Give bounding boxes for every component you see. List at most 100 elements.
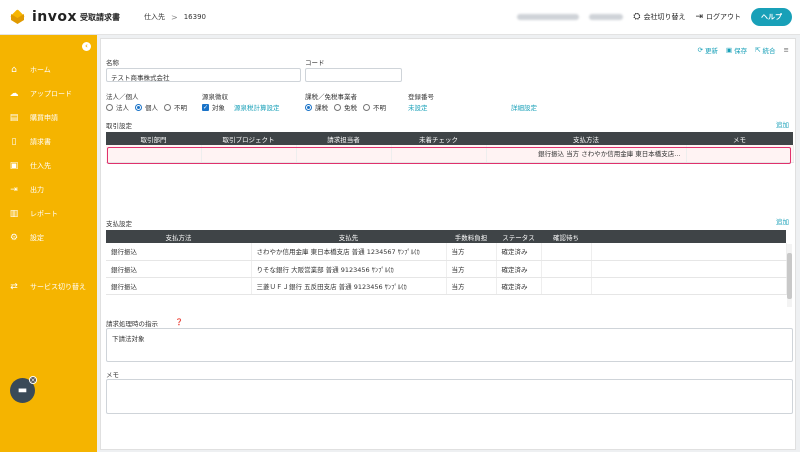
sidebar-item-purchase[interactable]: ▤ 購買申請 (0, 109, 97, 127)
table-cell: 確定済み (496, 243, 542, 261)
entity-radio-unknown[interactable] (164, 103, 171, 111)
code-input[interactable] (305, 68, 402, 82)
name-label: 名称 (106, 59, 119, 67)
home-icon: ⌂ (11, 65, 17, 75)
sidebar-item-upload[interactable]: ☁ アップロード (0, 85, 97, 103)
supplier-detail-panel: ⟳ 更新 ▣ 保存 ⇱ 統合 ≡ 名称 テスト商事株式会社 コード 法人／個人 法人 … (100, 38, 796, 450)
col-header[interactable]: 支払先 (251, 230, 446, 243)
withholding-row: ✓ 対象 源泉税計算設定 (202, 102, 280, 112)
memo-textarea[interactable] (106, 379, 793, 414)
col-header[interactable]: 手数料負担 (446, 230, 496, 243)
entity-radio-group: 法人 個人 不明 (106, 102, 187, 112)
col-header[interactable]: 支払方法 (486, 132, 686, 145)
logo-subtitle: 受取請求書 (80, 12, 121, 22)
entity-radio-individual[interactable] (135, 103, 142, 111)
tax-label: 課税／免税事業者 (305, 93, 357, 101)
highlight-annotation (107, 147, 791, 164)
logo-cube-icon (8, 9, 28, 25)
logo-text: invox (32, 9, 78, 25)
sidebar-item-home[interactable]: ⌂ ホーム (0, 61, 97, 79)
payments-add-link[interactable]: 追加 (776, 216, 789, 226)
help-circle-icon[interactable]: ❓ (175, 318, 183, 326)
close-chat-icon[interactable]: × (29, 376, 37, 384)
memo-label: メモ (106, 371, 119, 379)
refresh-button[interactable]: ⟳ 更新 (697, 45, 717, 55)
table-cell: 銀行振込 (106, 277, 252, 295)
tax-radio-taxable[interactable] (305, 103, 312, 111)
merge-button[interactable]: ⇱ 統合 (755, 45, 775, 55)
sidebar-item-invoice[interactable]: ▯ 請求書 (0, 133, 97, 151)
help-button[interactable]: ヘルプ (751, 8, 792, 26)
payments-table: 支払方法 支払先 手数料負担 ステータス 確認待ち 銀行振込 さわやか信用金庫 … (106, 230, 787, 295)
col-header-empty (591, 230, 786, 243)
tax-radio-exempt[interactable] (334, 103, 341, 111)
upload-icon: ☁ (9, 89, 19, 99)
table-cell: 確定済み (496, 260, 542, 278)
withholding-settings-link[interactable]: 源泉税計算設定 (234, 102, 280, 112)
col-header[interactable]: メモ (686, 132, 793, 145)
sidebar-item-settings[interactable]: ⚙ 設定 (0, 229, 97, 247)
sidebar-item-export[interactable]: ⇥ 出力 (0, 181, 97, 199)
chat-button[interactable]: ▬ × (10, 376, 37, 403)
save-icon: ▣ (725, 46, 733, 54)
reg-number-value[interactable]: 未設定 (408, 102, 428, 112)
table-row[interactable]: 銀行振込 さわやか信用金庫 東日本橋支店 普通 1234567 ｻﾝﾌﾟﾙ(ｶ … (106, 243, 787, 261)
entity-radio-corporate[interactable] (106, 103, 113, 111)
table-cell: さわやか信用金庫 東日本橋支店 普通 1234567 ｻﾝﾌﾟﾙ(ｶ (251, 243, 447, 261)
code-label: コード (305, 59, 325, 67)
breadcrumb: 仕入先 > 16390 (144, 12, 206, 22)
instructions-textarea[interactable]: 下請法対象 (106, 328, 793, 362)
breadcrumb-section[interactable]: 仕入先 (144, 12, 165, 22)
col-header[interactable]: 取引プロジェクト (201, 132, 296, 145)
refresh-icon: ⟳ (697, 46, 703, 54)
chat-icon: ▬ (17, 385, 28, 396)
logout-button[interactable]: ⇥ ログアウト (695, 12, 741, 22)
withholding-label: 源泉徴収 (202, 93, 228, 101)
supplier-icon: ▣ (9, 161, 19, 171)
switch-company-icon: ⛭ (633, 12, 641, 22)
export-icon: ⇥ (10, 185, 18, 195)
instructions-label: 請求処理時の指示 (106, 320, 158, 328)
table-cell: 当方 (446, 277, 497, 295)
transactions-header-row: 取引部門 取引プロジェクト 請求担当者 未着チェック 支払方法 メモ (106, 132, 793, 145)
entity-label: 法人／個人 (106, 93, 139, 101)
panel-toolbar: ⟳ 更新 ▣ 保存 ⇱ 統合 ≡ (697, 45, 789, 55)
col-header[interactable]: ステータス (496, 230, 541, 243)
payments-header-row: 支払方法 支払先 手数料負担 ステータス 確認待ち (106, 230, 786, 243)
sidebar-item-supplier[interactable]: ▣ 仕入先 (0, 157, 97, 175)
col-header[interactable]: 未着チェック (391, 132, 486, 145)
payments-scrollbar-thumb[interactable] (787, 253, 792, 299)
table-cell (541, 260, 592, 278)
name-input[interactable]: テスト商事株式会社 (106, 68, 301, 82)
invoice-icon: ▯ (11, 137, 17, 147)
sidebar-item-switch-service[interactable]: ⇄ サービス切り替え (0, 278, 97, 296)
table-cell (591, 243, 787, 261)
gear-icon: ⚙ (9, 233, 19, 243)
table-cell: 当方 (446, 243, 497, 261)
collapse-sidebar-icon[interactable]: ‹ (82, 42, 91, 51)
reg-number-label: 登録番号 (408, 93, 434, 101)
payments-title: 支払設定 (106, 220, 132, 228)
save-button[interactable]: ▣ 保存 (726, 45, 747, 55)
app-logo[interactable]: invox 受取請求書 (8, 9, 126, 25)
col-header[interactable]: 請求担当者 (296, 132, 391, 145)
menu-icon[interactable]: ≡ (784, 45, 789, 55)
table-cell: 銀行振込 (106, 243, 252, 261)
table-cell: 当方 (446, 260, 497, 278)
tax-radio-group: 課税 免税 不明 (305, 102, 386, 112)
detail-settings-link[interactable]: 詳細設定 (511, 102, 537, 112)
col-header[interactable]: 支払方法 (106, 230, 251, 243)
transactions-add-link[interactable]: 追加 (776, 119, 789, 129)
logout-icon: ⇥ (695, 12, 703, 22)
switch-service-icon: ⇄ (10, 282, 18, 292)
table-row[interactable]: 銀行振込 三菱ＵＦＪ銀行 五反田支店 普通 9123456 ｻﾝﾌﾟﾙ(ｶ 当方… (106, 277, 787, 295)
top-header: invox 受取請求書 仕入先 > 16390 ⛭ 会社切り替え ⇥ ログアウト… (0, 0, 800, 35)
sidebar-item-report[interactable]: ▥ レポート (0, 205, 97, 223)
col-header[interactable]: 確認待ち (541, 230, 591, 243)
col-header[interactable]: 取引部門 (106, 132, 201, 145)
table-cell: りそな銀行 大阪営業部 普通 9123456 ｻﾝﾌﾟﾙ(ｶ (251, 260, 447, 278)
withholding-checkbox[interactable]: ✓ (202, 103, 209, 111)
tax-radio-unknown[interactable] (363, 103, 370, 111)
table-row[interactable]: 銀行振込 りそな銀行 大阪営業部 普通 9123456 ｻﾝﾌﾟﾙ(ｶ 当方 確… (106, 260, 787, 278)
switch-company-button[interactable]: ⛭ 会社切り替え (633, 12, 685, 22)
